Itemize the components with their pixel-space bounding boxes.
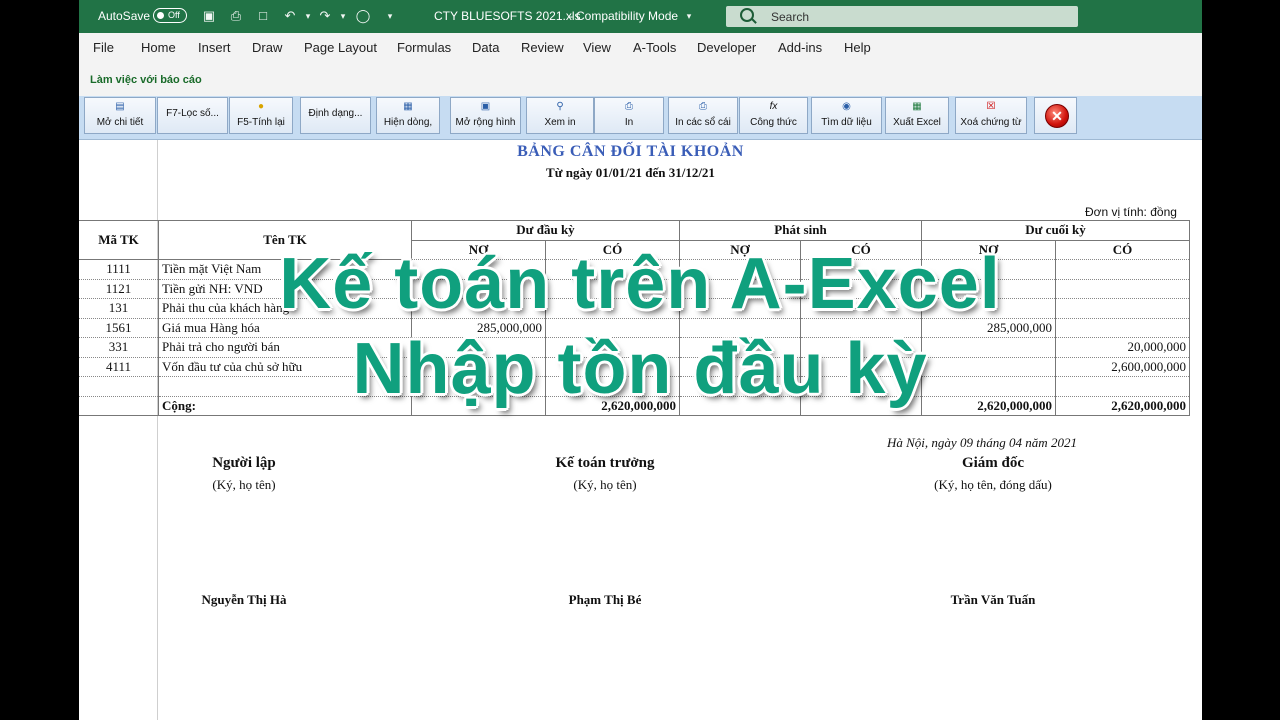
- delete-doc-icon: ☒: [986, 101, 996, 112]
- overlay-title-line2: Nhập tồn đầu kỳ: [352, 329, 928, 409]
- close-report-button[interactable]: ✕: [1034, 97, 1077, 134]
- report-subtitle: Từ ngày 01/01/21 đến 31/12/21: [546, 165, 715, 180]
- header-movement: Phát sinh: [679, 220, 922, 241]
- menu-review[interactable]: Review: [521, 40, 564, 55]
- search-box[interactable]: Search: [726, 6, 1078, 27]
- excel-icon: ▦: [912, 101, 922, 112]
- print-preview-button[interactable]: ⚲ Xem in: [526, 97, 594, 134]
- signer-chief-accountant-title: Kế toán trưởng: [555, 455, 655, 471]
- unit-label: Đơn vị tính: đồng: [1085, 205, 1177, 219]
- print-preview-icon[interactable]: ⎙: [228, 8, 244, 24]
- menu-bar: File Home Insert Draw Page Layout Formul…: [79, 33, 1202, 63]
- autosave-toggle[interactable]: Off: [153, 8, 187, 23]
- binoculars-icon: ◉: [842, 101, 851, 112]
- report-title: BẢNG CÂN ĐỐI TÀI KHOẢN: [517, 143, 744, 160]
- undo-icon[interactable]: ↶: [282, 8, 298, 24]
- signer-director-note: (Ký, họ tên, đóng dấu): [934, 477, 1052, 492]
- menu-file[interactable]: File: [93, 40, 114, 55]
- signer-director-title: Giám đốc: [961, 455, 1025, 471]
- export-excel-button[interactable]: ▦ Xuất Excel: [885, 97, 949, 134]
- header-opening: Dư đầu kỳ: [411, 220, 680, 241]
- recalculate-button[interactable]: ● F5-Tính lại: [229, 97, 293, 134]
- report-sheet: BẢNG CÂN ĐỐI TÀI KHOẢN Từ ngày 01/01/21 …: [79, 140, 1202, 720]
- filter-button[interactable]: F7-Lọc số...: [157, 97, 228, 134]
- printer-icon: ⎙: [625, 101, 633, 112]
- ribbon-group: Làm việc với báo cáo: [79, 63, 1202, 96]
- ribbon-group-label: Làm việc với báo cáo: [90, 74, 202, 86]
- form-icon[interactable]: □: [255, 8, 271, 24]
- menu-draw[interactable]: Draw: [252, 40, 282, 55]
- printers-icon: ⎙: [699, 101, 707, 112]
- menu-view[interactable]: View: [583, 40, 611, 55]
- rows-icon: ▦: [403, 101, 413, 112]
- report-toolbar: ▤ Mở chi tiết F7-Lọc số... ● F5-Tính lại Đ…: [79, 96, 1202, 140]
- menu-a-tools[interactable]: A-Tools: [633, 40, 676, 55]
- signer-preparer-title: Người lập: [212, 455, 276, 471]
- menu-developer[interactable]: Developer: [697, 40, 756, 55]
- print-ledgers-button[interactable]: ⎙ In các sổ cái: [668, 97, 738, 134]
- find-data-button[interactable]: ◉ Tìm dữ liệu: [811, 97, 882, 134]
- close-icon: ✕: [1045, 104, 1069, 128]
- menu-formulas[interactable]: Formulas: [397, 40, 451, 55]
- overlay-title-line1: Kế toán trên A-Excel: [279, 244, 1001, 324]
- signer-chief-accountant-name: Phạm Thị Bé: [568, 592, 642, 607]
- redo-dropdown-icon[interactable]: ▾: [335, 8, 351, 24]
- open-detail-button[interactable]: ▤ Mở chi tiết: [84, 97, 156, 134]
- search-icon: [740, 8, 754, 22]
- customize-toolbar-icon[interactable]: ▾: [382, 8, 398, 24]
- formula-button[interactable]: fx Công thức: [739, 97, 808, 134]
- signer-chief-accountant-note: (Ký, họ tên): [573, 477, 637, 492]
- signer-preparer-note: (Ký, họ tên): [212, 477, 276, 492]
- header-closing: Dư cuối kỳ: [921, 220, 1190, 241]
- menu-data[interactable]: Data: [472, 40, 499, 55]
- format-button[interactable]: Định dạng...: [300, 97, 371, 134]
- undo-dropdown-icon[interactable]: ▾: [300, 8, 316, 24]
- title-bar: AutoSave Off ▣ ⎙ □ ↶ ▾ ↷ ▾ ◯ ▾ CTY BLUES…: [79, 0, 1202, 33]
- menu-page-layout[interactable]: Page Layout: [304, 40, 377, 55]
- menu-add-ins[interactable]: Add-ins: [778, 40, 822, 55]
- menu-help[interactable]: Help: [844, 40, 871, 55]
- compatibility-mode: Compatibility Mode: [576, 9, 679, 23]
- menu-insert[interactable]: Insert: [198, 40, 231, 55]
- signer-director-name: Trần Văn Tuấn: [950, 592, 1036, 607]
- menu-home[interactable]: Home: [141, 40, 176, 55]
- print-button[interactable]: ⎙ In: [594, 97, 664, 134]
- detail-icon: ▤: [115, 101, 125, 112]
- save-icon[interactable]: ▣: [201, 8, 217, 24]
- lightbulb-icon: ●: [257, 101, 265, 112]
- shield-icon[interactable]: ◯: [355, 8, 371, 24]
- autosave-label: AutoSave: [98, 9, 151, 23]
- expand-view-button[interactable]: ▣ Mở rộng hình: [450, 97, 521, 134]
- signer-preparer-name: Nguyễn Thị Hà: [201, 592, 287, 607]
- formula-icon: fx: [769, 101, 778, 112]
- search-placeholder: Search: [771, 10, 810, 24]
- magnifier-icon: ⚲: [556, 101, 564, 112]
- report-date: Hà Nội, ngày 09 tháng 04 năm 2021: [887, 435, 1077, 450]
- delete-voucher-button[interactable]: ☒ Xoá chứng từ: [955, 97, 1027, 134]
- expand-icon: ▣: [480, 101, 491, 112]
- show-rows-button[interactable]: ▦ Hiện dòng,: [376, 97, 440, 134]
- chevron-down-icon[interactable]: ▾: [681, 8, 697, 24]
- file-name: CTY BLUESOFTS 2021.xls: [434, 9, 581, 23]
- redo-icon[interactable]: ↷: [317, 8, 333, 24]
